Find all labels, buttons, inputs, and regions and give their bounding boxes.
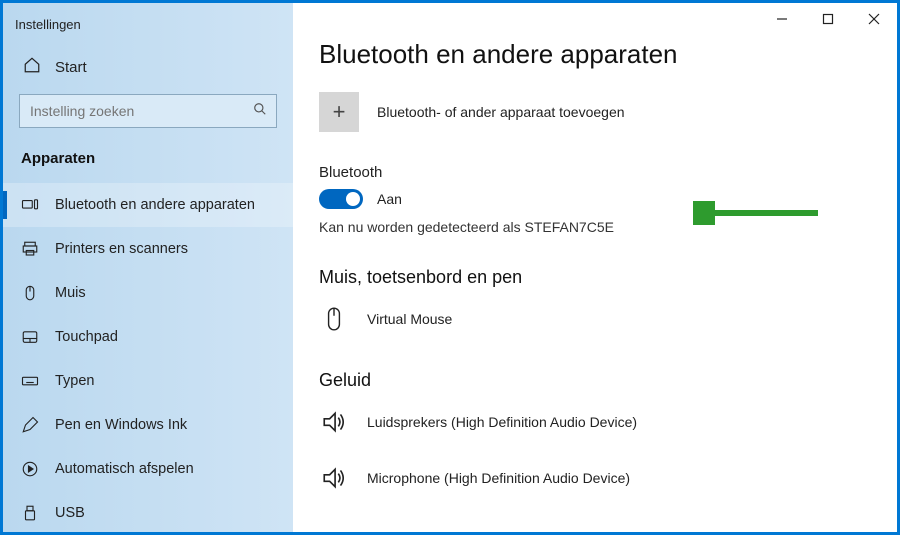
page-title: Bluetooth en andere apparaten [319,39,867,70]
sidebar-nav: Bluetooth en andere apparaten Printers e… [3,183,293,535]
sidebar-item-pen[interactable]: Pen en Windows Ink [3,403,293,447]
sidebar-item-label: Touchpad [55,329,118,345]
bluetooth-label: Bluetooth [319,164,867,181]
sidebar-item-usb[interactable]: USB [3,491,293,535]
sidebar-item-label: Muis [55,285,86,301]
touchpad-icon [21,328,39,346]
search-input[interactable] [19,94,277,128]
device-label: Luidsprekers (High Definition Audio Devi… [367,414,637,430]
sidebar-item-printers[interactable]: Printers en scanners [3,227,293,271]
close-button[interactable] [851,3,897,35]
usb-icon [21,504,39,522]
mouse-icon [319,304,349,334]
device-row-speakers[interactable]: Luidsprekers (High Definition Audio Devi… [319,401,867,457]
toggle-state-label: Aan [377,191,402,207]
peripherals-heading: Muis, toetsenbord en pen [319,267,867,288]
main-content: Bluetooth en andere apparaten + Bluetoot… [293,3,897,532]
home-link[interactable]: Start [3,46,293,88]
add-device-label: Bluetooth- of ander apparaat toevoegen [377,104,625,120]
minimize-button[interactable] [759,3,805,35]
mouse-icon [21,284,39,302]
sidebar-item-label: Pen en Windows Ink [55,417,187,433]
plus-icon: + [319,92,359,132]
autoplay-icon [21,460,39,478]
window-title: Instellingen [3,13,293,46]
sidebar-item-mouse[interactable]: Muis [3,271,293,315]
search-icon [253,102,267,121]
keyboard-icon [21,372,39,390]
home-label: Start [55,59,87,76]
sidebar-item-label: Automatisch afspelen [55,461,194,477]
printer-icon [21,240,39,258]
pen-icon [21,416,39,434]
device-label: Virtual Mouse [367,311,452,327]
sidebar-item-label: USB [55,505,85,521]
device-row-microphone[interactable]: Microphone (High Definition Audio Device… [319,457,867,513]
category-title: Apparaten [3,140,293,183]
home-icon [23,56,41,78]
settings-sidebar: Instellingen Start Apparaten Bluetooth e… [3,3,293,532]
maximize-button[interactable] [805,3,851,35]
audio-heading: Geluid [319,370,867,391]
speaker-icon [319,407,349,437]
sidebar-item-typing[interactable]: Typen [3,359,293,403]
speaker-icon [319,463,349,493]
sidebar-item-label: Bluetooth en andere apparaten [55,197,255,213]
add-device-button[interactable]: + Bluetooth- of ander apparaat toevoegen [319,92,867,132]
sidebar-item-touchpad[interactable]: Touchpad [3,315,293,359]
sidebar-item-label: Typen [55,373,95,389]
bluetooth-toggle[interactable] [319,189,363,209]
discoverable-text: Kan nu worden gedetecteerd als STEFAN7C5… [319,219,867,235]
sidebar-item-autoplay[interactable]: Automatisch afspelen [3,447,293,491]
sidebar-item-bluetooth[interactable]: Bluetooth en andere apparaten [3,183,293,227]
device-label: Microphone (High Definition Audio Device… [367,470,630,486]
sidebar-item-label: Printers en scanners [55,241,188,257]
device-row-mouse[interactable]: Virtual Mouse [319,298,867,354]
devices-icon [21,196,39,214]
